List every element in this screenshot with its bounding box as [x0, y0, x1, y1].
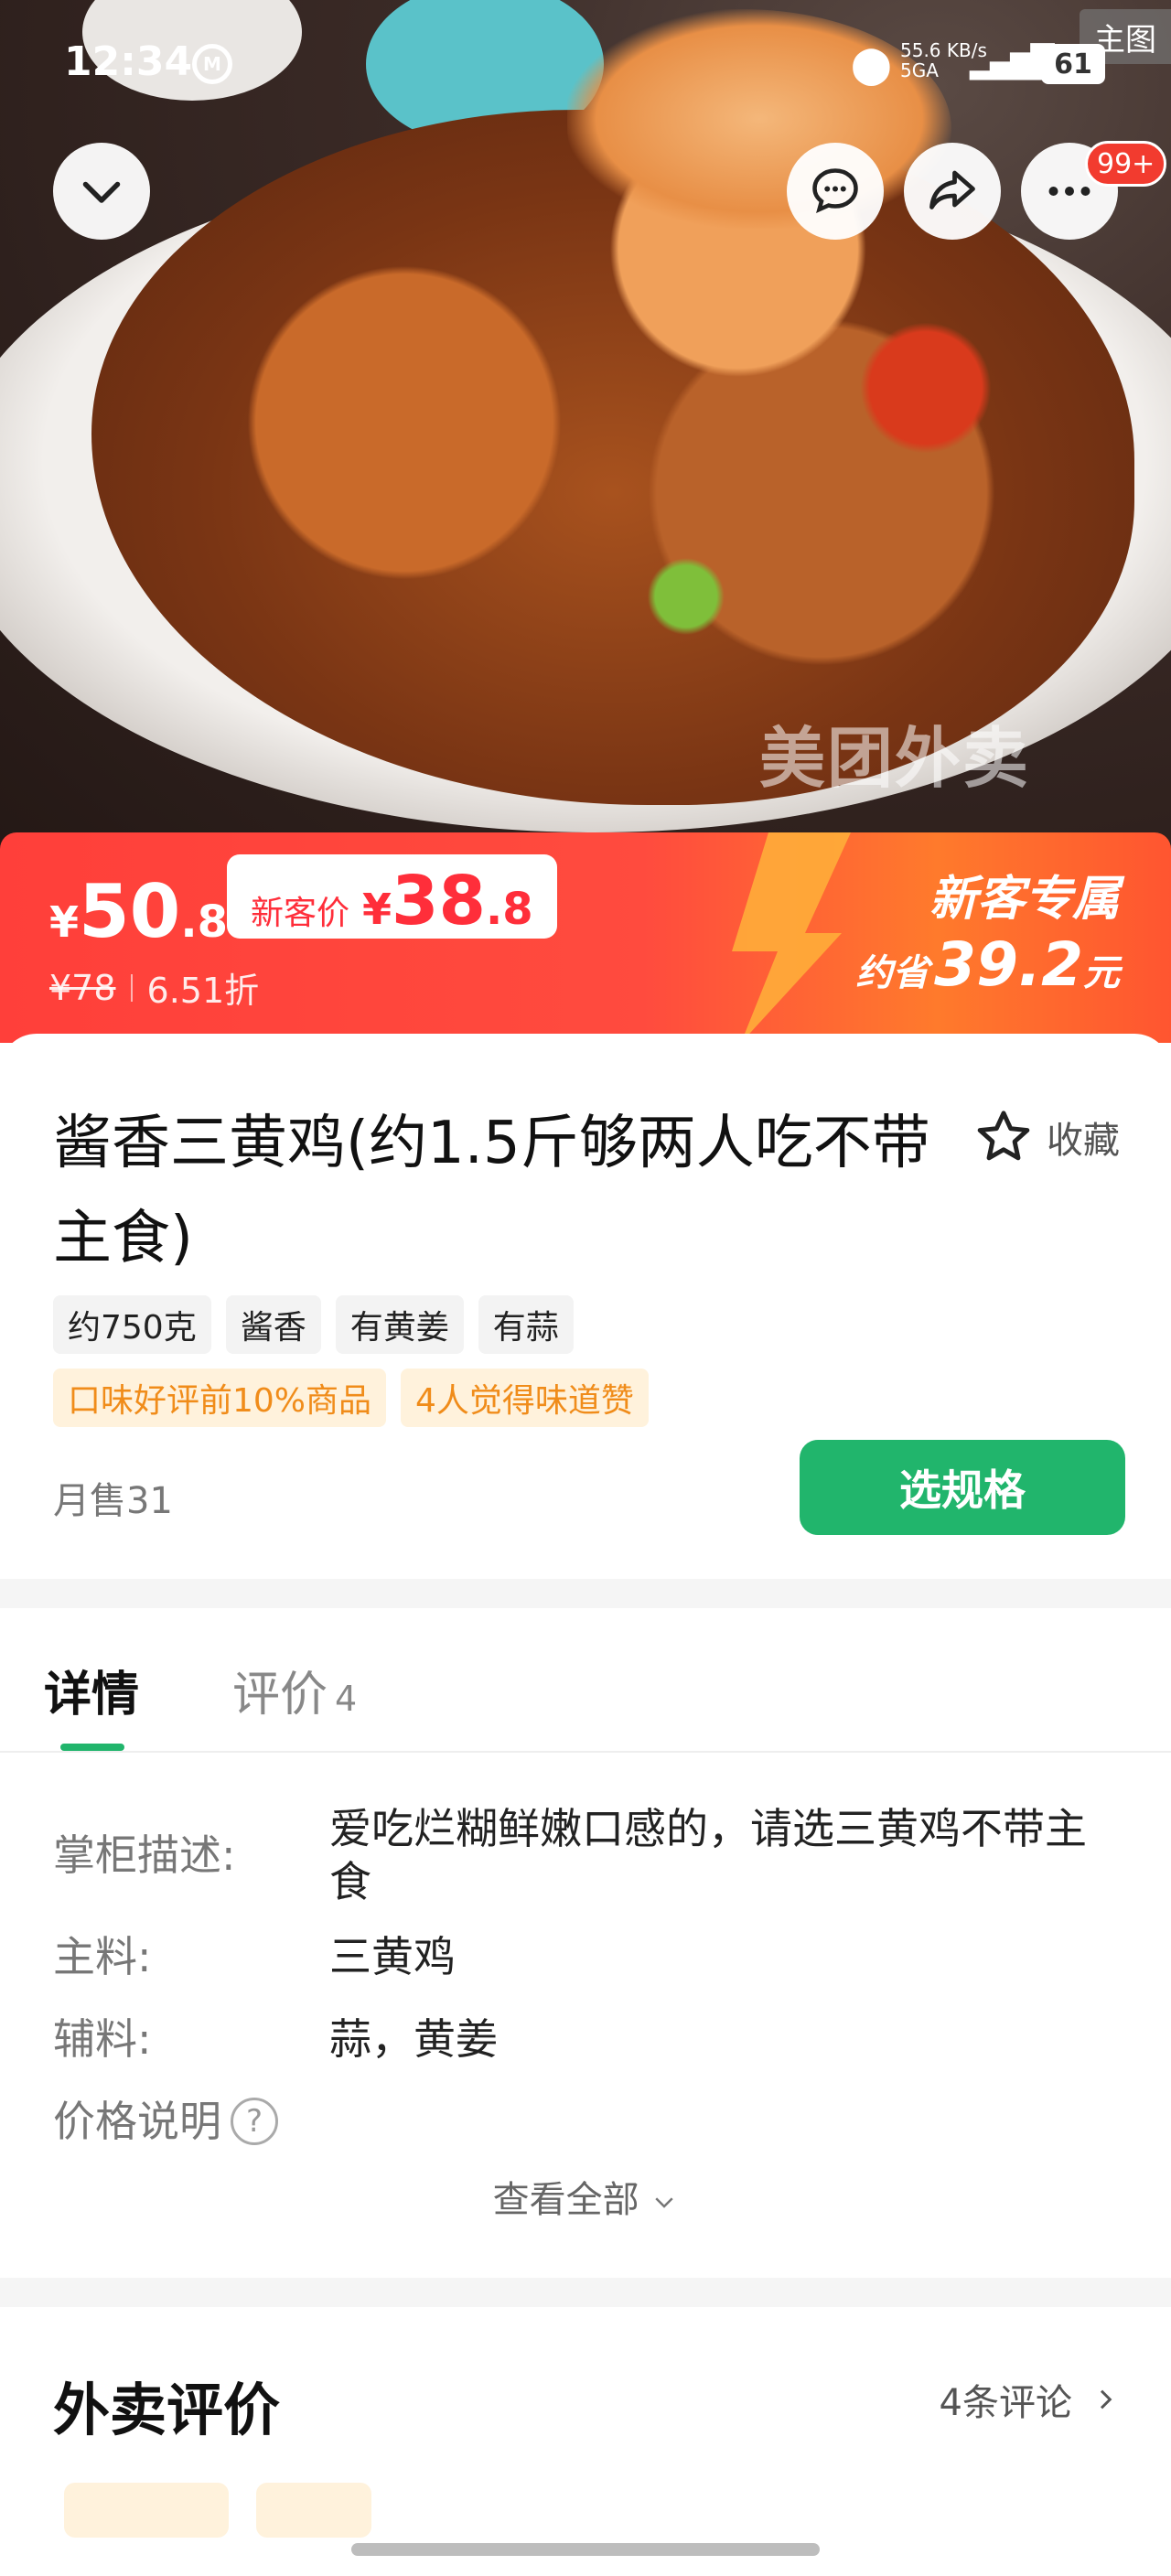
- tab-detail[interactable]: 详情: [44, 1656, 139, 1724]
- detail-value: 三黄鸡: [329, 1932, 456, 1981]
- carrier-icon: M: [192, 44, 232, 84]
- share-icon: [929, 170, 975, 209]
- location-icon: ⬤: [851, 44, 892, 86]
- attribute-tag: 约750克: [53, 1295, 211, 1354]
- currency-symbol: ¥: [362, 885, 392, 934]
- save-amount: 39.2: [934, 929, 1083, 1000]
- save-prefix: 约省: [855, 952, 929, 994]
- notification-badge: 99+: [1085, 141, 1167, 187]
- divider: [130, 973, 133, 1002]
- message-button[interactable]: [787, 143, 884, 240]
- detail-key: 掌柜描述:: [53, 1830, 236, 1880]
- view-all-label: 查看全部: [492, 2179, 639, 2221]
- chevron-down-icon: [655, 2197, 673, 2208]
- highlight-tag: 口味好评前10%商品: [53, 1368, 387, 1427]
- detail-key: 辅料:: [53, 2014, 152, 2064]
- view-all-link[interactable]: 查看全部: [0, 2170, 1171, 2223]
- original-price-row: ¥78 6.51折: [49, 962, 259, 1013]
- star-icon: [977, 1111, 1030, 1161]
- monthly-sales: 月售31: [53, 1480, 173, 1522]
- tab-active-indicator: [60, 1744, 124, 1751]
- discount-rate: 6.51折: [146, 971, 260, 1011]
- favorite-label: 收藏: [1047, 1120, 1120, 1162]
- detail-key: 价格说明: [53, 2097, 221, 2146]
- price-integer: 38: [392, 862, 487, 940]
- price-decimal: .8: [486, 884, 533, 935]
- message-icon: [812, 168, 858, 213]
- price-banner: ¥50.8 新客价 ¥38.8 ¥78 6.51折 新客专属 约省 39.2元: [0, 832, 1171, 1043]
- chevron-down-icon: [82, 181, 121, 203]
- signal-icon: ▂▄▆█: [970, 44, 1055, 80]
- battery-icon: 61: [1041, 44, 1105, 84]
- lightning-icon: [732, 832, 851, 1043]
- select-spec-button[interactable]: 选规格: [800, 1440, 1125, 1535]
- product-info-card: 酱香三黄鸡(约1.5斤够两人吃不带主食) 收藏 约750克 酱香 有黄姜 有蒜 …: [0, 1034, 1171, 1579]
- favorite-button[interactable]: 收藏: [973, 1107, 1120, 1167]
- new-customer-price: 新客价 ¥38.8: [227, 854, 557, 939]
- highlight-tags: 口味好评前10%商品 4人觉得味道赞: [53, 1368, 649, 1427]
- detail-key: 主料:: [53, 1932, 152, 1981]
- home-indicator[interactable]: [351, 2543, 820, 2556]
- detail-row-sub-ingredient: 辅料: 蒜，黄姜: [53, 2012, 1125, 2066]
- highlight-tag: 4人觉得味道赞: [401, 1368, 649, 1427]
- status-time: 12:34: [64, 38, 193, 85]
- attribute-tag: 酱香: [225, 1295, 321, 1354]
- original-price: ¥78: [49, 967, 116, 1008]
- detail-row-price-note[interactable]: 价格说明 ?: [53, 2095, 329, 2148]
- tab-review[interactable]: 评价 4: [232, 1656, 357, 1724]
- product-main-image[interactable]: 美团外卖 主图: [0, 0, 1171, 860]
- detail-key-wrap: 价格说明 ?: [53, 2095, 329, 2148]
- currency-symbol: ¥: [49, 897, 80, 947]
- detail-row-main-ingredient: 主料: 三黄鸡: [53, 1930, 1125, 1983]
- collapse-button[interactable]: [53, 143, 150, 240]
- question-icon[interactable]: ?: [231, 2098, 278, 2145]
- reviews-count: 4条评论: [939, 2382, 1072, 2424]
- attribute-tag: 有蒜: [478, 1295, 574, 1354]
- status-bar: 12:34 M ⬤ 55.6 KB/s 5GA ▂▄▆█ 61: [0, 35, 1171, 99]
- review-filter-chip[interactable]: [256, 2483, 371, 2538]
- tab-review-label: 评价: [232, 1668, 328, 1723]
- detail-row-description: 掌柜描述: 爱吃烂糊鲜嫩口感的，请选三黄鸡不带主食: [53, 1802, 1125, 1908]
- content-tabs: 详情 评价 4: [0, 1610, 1171, 1753]
- tab-review-count: 4: [335, 1679, 358, 1719]
- promo-title: 新客专属: [929, 872, 1120, 927]
- price-integer: 50: [79, 869, 181, 954]
- detail-value: 蒜，黄姜: [329, 2014, 498, 2064]
- attribute-tag: 有黄姜: [335, 1295, 464, 1354]
- new-customer-label: 新客价: [251, 895, 350, 932]
- product-title: 酱香三黄鸡(约1.5斤够两人吃不带主食): [53, 1110, 930, 1272]
- battery-level: 61: [1054, 48, 1092, 80]
- reviews-title: 外卖评价: [53, 2377, 281, 2443]
- share-button[interactable]: [904, 143, 1001, 240]
- watermark: 美团外卖: [759, 720, 1031, 797]
- chevron-right-icon: [1100, 2389, 1112, 2410]
- attribute-tags: 约750克 酱香 有黄姜 有蒜: [53, 1295, 574, 1354]
- section-divider: [0, 2278, 1171, 2307]
- review-filter-chip[interactable]: [64, 2483, 229, 2538]
- promo-savings: 约省 39.2元: [856, 929, 1120, 1000]
- section-divider: [0, 1579, 1171, 1608]
- reviews-count-link[interactable]: 4条评论: [940, 2373, 1120, 2426]
- price-decimal: .8: [180, 896, 228, 948]
- current-price: ¥50.8: [49, 869, 228, 954]
- save-unit: 元: [1083, 952, 1120, 994]
- detail-value: 爱吃烂糊鲜嫩口感的，请选三黄鸡不带主食: [329, 1804, 1087, 1906]
